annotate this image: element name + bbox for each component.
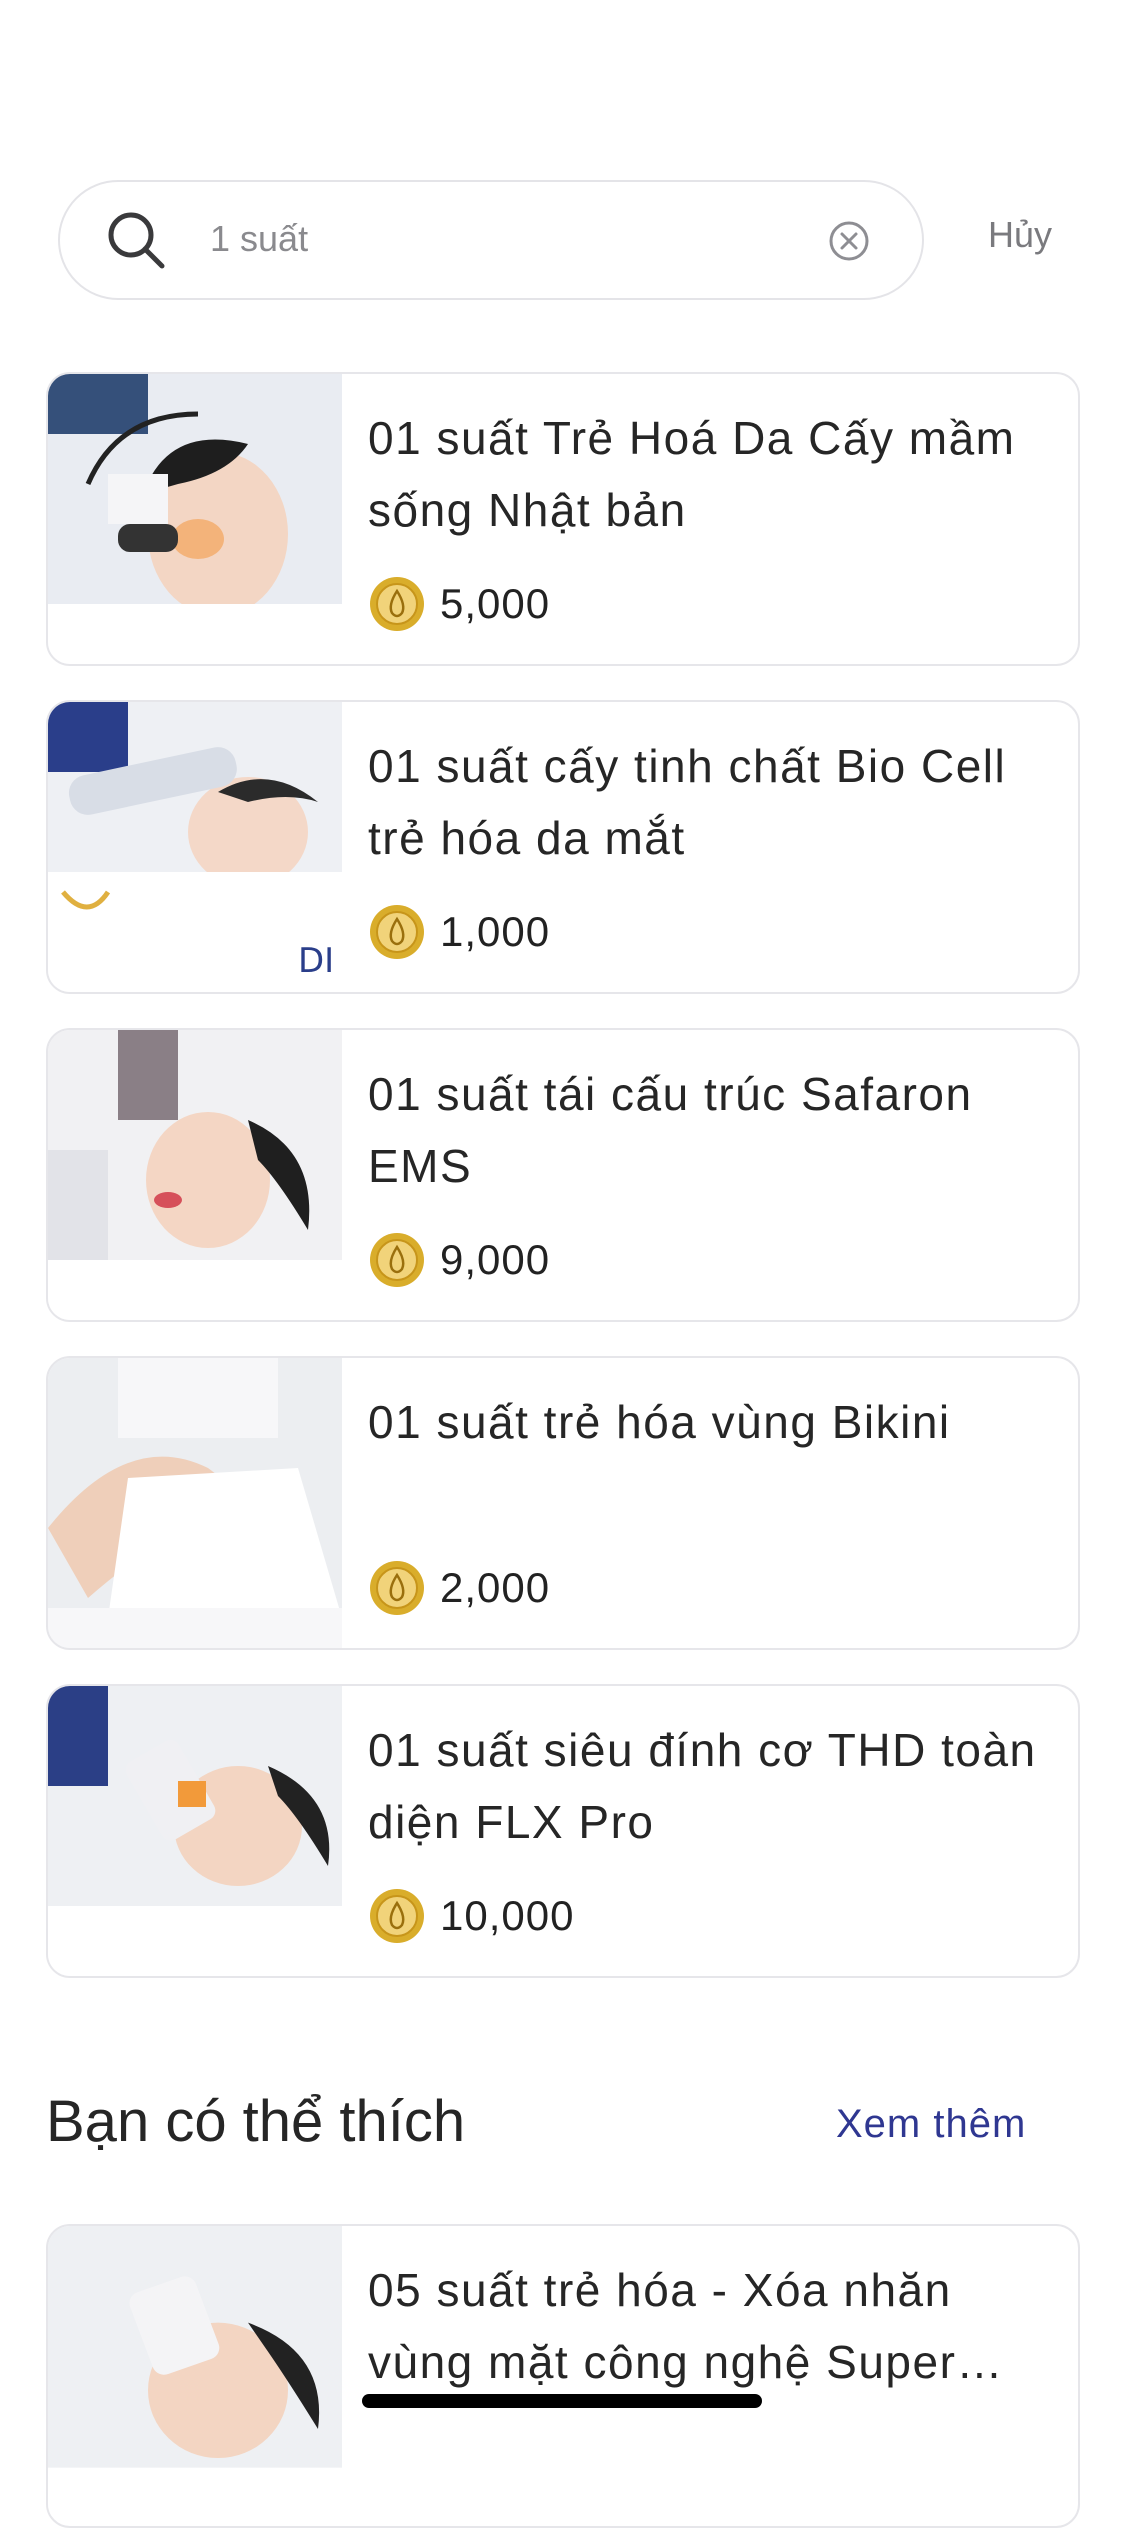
price-value: 5,000: [440, 580, 551, 627]
product-image: DI: [48, 702, 342, 992]
item-title: 01 suất tái cấu trúc Safaron EMS: [368, 1068, 973, 1192]
list-item[interactable]: 01 suất trẻ hóa vùng Bikini 2,000: [46, 1356, 1080, 1650]
price-value: 1,000: [440, 908, 551, 955]
item-price: 2,000: [368, 1558, 550, 1618]
price-value: 10,000: [440, 1892, 575, 1939]
product-image: [48, 374, 342, 664]
home-indicator: [362, 2394, 762, 2408]
list-item[interactable]: 05 suất trẻ hóa - Xóa nhăn vùng mặt công…: [46, 2224, 1080, 2528]
search-icon: [108, 212, 165, 269]
item-title: 01 suất trẻ hóa vùng Bikini: [368, 1396, 951, 1448]
item-title: 05 suất trẻ hóa - Xóa nhăn vùng mặt công…: [368, 2264, 1004, 2388]
search-bar: 1 suất Hủy: [58, 180, 1068, 300]
coin-icon: [370, 1233, 424, 1287]
item-price: 9,000: [368, 1230, 550, 1290]
item-price: 10,000: [368, 1886, 574, 1946]
svg-text:DI: DI: [298, 941, 334, 981]
coin-icon: [370, 577, 424, 631]
product-image: [48, 2226, 342, 2516]
price-value: 9,000: [440, 1236, 551, 1283]
list-item[interactable]: DI 01 suất cấy tinh chất Bio Cell trẻ hó…: [46, 700, 1080, 994]
item-title: 01 suất siêu đính cơ THD toàn diện FLX P…: [368, 1724, 1037, 1848]
list-item[interactable]: 01 suất tái cấu trúc Safaron EMS 9,000: [46, 1028, 1080, 1322]
product-image: [48, 1358, 342, 1648]
product-image: [48, 1686, 342, 1976]
coin-icon: [370, 905, 424, 959]
item-title: 01 suất cấy tinh chất Bio Cell trẻ hóa d…: [368, 740, 1007, 864]
coin-icon: [370, 1889, 424, 1943]
list-item[interactable]: 01 suất siêu đính cơ THD toàn diện FLX P…: [46, 1684, 1080, 1978]
see-more-link[interactable]: Xem thêm: [836, 2102, 1026, 2147]
product-image: [48, 1030, 342, 1320]
item-title: 01 suất Trẻ Hoá Da Cấy mầm sống Nhật bản: [368, 412, 1016, 536]
section-title: Bạn có thể thích: [46, 2089, 466, 2154]
clear-icon[interactable]: [828, 220, 870, 262]
list-item[interactable]: 01 suất Trẻ Hoá Da Cấy mầm sống Nhật bản…: [46, 372, 1080, 666]
search-input[interactable]: 1 suất: [58, 180, 924, 300]
item-price: 1,000: [368, 902, 550, 962]
price-value: 2,000: [440, 1564, 551, 1611]
item-price: 5,000: [368, 574, 550, 634]
search-query[interactable]: 1 suất: [210, 218, 308, 260]
cancel-button[interactable]: Hủy: [988, 214, 1052, 256]
coin-icon: [370, 1561, 424, 1615]
